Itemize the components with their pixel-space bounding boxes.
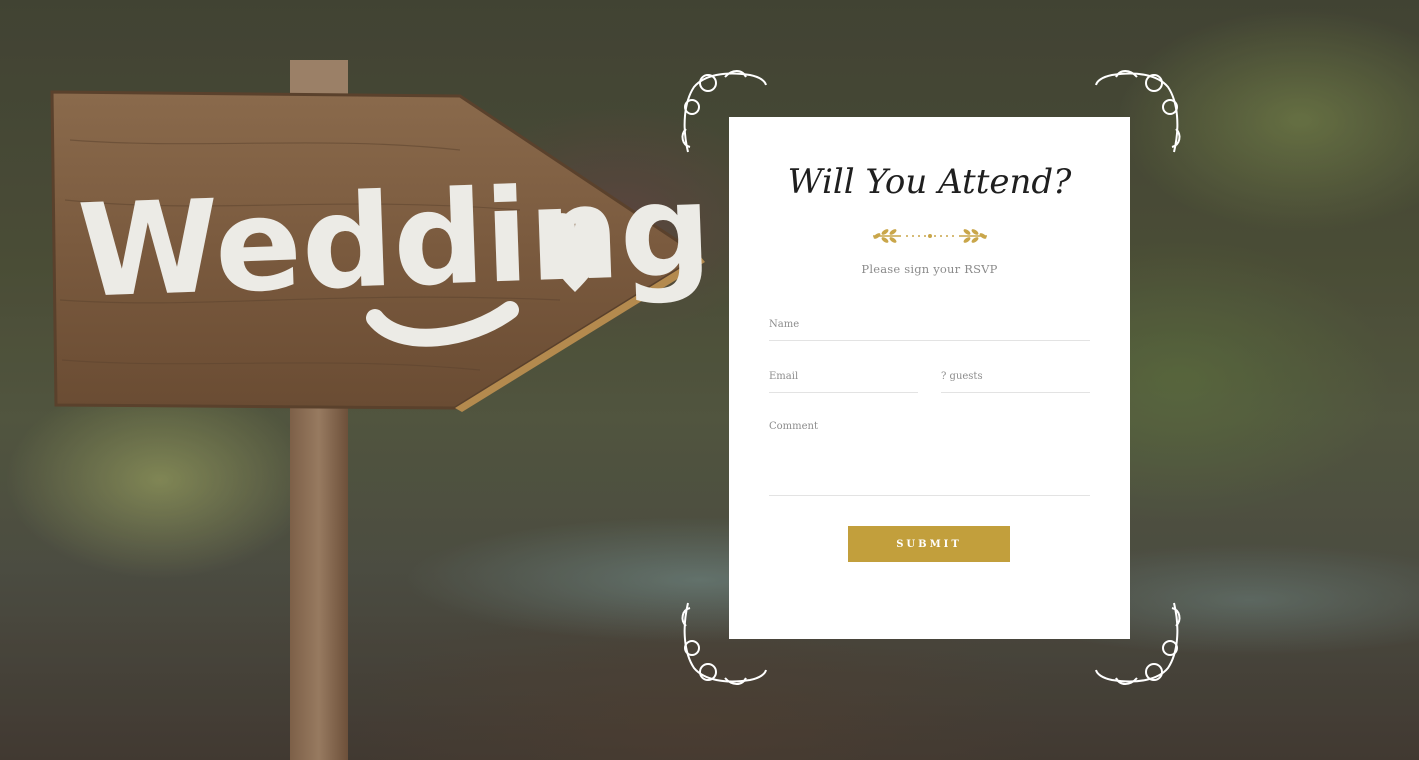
sign-text: Wedding (76, 156, 714, 327)
wedding-sign-image: Wedding (50, 60, 714, 760)
name-input[interactable] (769, 316, 1090, 341)
rsvp-title: Will You Attend? (787, 162, 1072, 202)
rsvp-subtitle: Please sign your RSVP (861, 262, 998, 276)
email-input[interactable] (769, 368, 918, 393)
submit-button[interactable]: SUBMIT (848, 526, 1010, 562)
laurel-divider-icon (873, 229, 987, 243)
guests-input[interactable] (941, 368, 1090, 393)
comment-textarea[interactable] (769, 419, 1090, 496)
